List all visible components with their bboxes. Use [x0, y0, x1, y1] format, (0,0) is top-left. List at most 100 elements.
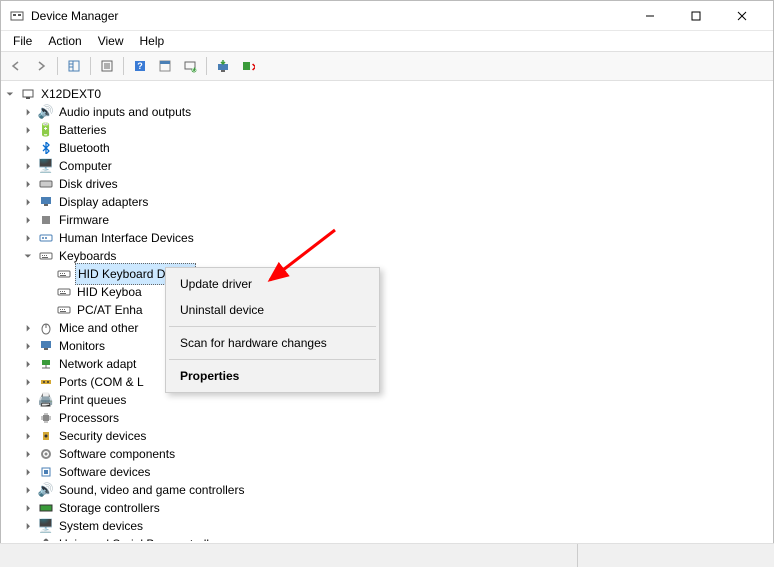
menu-view[interactable]: View: [90, 32, 132, 50]
expander-icon[interactable]: [21, 375, 35, 389]
expander-icon[interactable]: [21, 105, 35, 119]
expander-icon[interactable]: [21, 123, 35, 137]
tree-item-ports[interactable]: Ports (COM & L: [21, 373, 771, 391]
display-icon: [38, 194, 54, 210]
expander-icon[interactable]: [21, 429, 35, 443]
context-scan-hardware[interactable]: Scan for hardware changes: [168, 330, 377, 356]
tree-item-audio[interactable]: 🔊Audio inputs and outputs: [21, 103, 771, 121]
keyboard-icon: [38, 248, 54, 264]
update-driver-button[interactable]: [212, 55, 234, 77]
disk-icon: [38, 176, 54, 192]
expander-icon[interactable]: [21, 177, 35, 191]
tree-item-monitors[interactable]: Monitors: [21, 337, 771, 355]
computer-icon: 🖥️: [38, 158, 54, 174]
tree-item-disk[interactable]: Disk drives: [21, 175, 771, 193]
software-device-icon: [38, 464, 54, 480]
svg-text:✕: ✕: [251, 62, 255, 73]
tree-item-usb[interactable]: Universal Serial Bus controllers: [21, 535, 771, 541]
tree-item-computer[interactable]: 🖥️Computer: [21, 157, 771, 175]
software-icon: [38, 446, 54, 462]
menu-action[interactable]: Action: [40, 32, 89, 50]
tree-item-pcat-keyboard[interactable]: PC/AT Enha: [39, 301, 771, 319]
keyboard-icon: [56, 302, 72, 318]
expander-icon[interactable]: [21, 411, 35, 425]
uninstall-button[interactable]: ✕: [237, 55, 259, 77]
expander-icon[interactable]: [21, 159, 35, 173]
expander-icon[interactable]: [3, 87, 17, 101]
expander-icon[interactable]: [21, 195, 35, 209]
menu-file[interactable]: File: [5, 32, 40, 50]
minimize-button[interactable]: [627, 1, 673, 31]
expander-icon[interactable]: [21, 321, 35, 335]
tree-item-mice[interactable]: Mice and other: [21, 319, 771, 337]
tree-item-sound[interactable]: 🔊Sound, video and game controllers: [21, 481, 771, 499]
tree-item-firmware[interactable]: Firmware: [21, 211, 771, 229]
ports-icon: [38, 374, 54, 390]
tree-item-hid[interactable]: Human Interface Devices: [21, 229, 771, 247]
expander-icon[interactable]: [21, 393, 35, 407]
expander-icon[interactable]: [21, 213, 35, 227]
toolbar: ? ↻ ✕: [1, 51, 773, 81]
tree-item-processors[interactable]: Processors: [21, 409, 771, 427]
expander-icon[interactable]: [21, 465, 35, 479]
bluetooth-icon: [38, 140, 54, 156]
expander-icon[interactable]: [21, 447, 35, 461]
computer-icon: [20, 86, 36, 102]
action-button[interactable]: [154, 55, 176, 77]
tree-item-bluetooth[interactable]: Bluetooth: [21, 139, 771, 157]
status-separator: [577, 544, 578, 567]
scan-button[interactable]: ↻: [179, 55, 201, 77]
expander-icon: [39, 267, 53, 281]
window-title: Device Manager: [31, 9, 627, 23]
maximize-button[interactable]: [673, 1, 719, 31]
expander-icon[interactable]: [21, 519, 35, 533]
show-hide-tree-button[interactable]: [63, 55, 85, 77]
tree-item-storage[interactable]: Storage controllers: [21, 499, 771, 517]
monitor-icon: [38, 338, 54, 354]
tree-item-batteries[interactable]: 🔋Batteries: [21, 121, 771, 139]
expander-icon[interactable]: [21, 249, 35, 263]
context-menu: Update driver Uninstall device Scan for …: [165, 267, 380, 393]
storage-icon: [38, 500, 54, 516]
menu-help[interactable]: Help: [132, 32, 173, 50]
system-icon: 🖥️: [38, 518, 54, 534]
context-properties[interactable]: Properties: [168, 363, 377, 389]
context-uninstall-device[interactable]: Uninstall device: [168, 297, 377, 323]
expander-icon: [39, 303, 53, 317]
tree-item-hid-keyboard-2[interactable]: HID Keyboa: [39, 283, 771, 301]
tree-item-network[interactable]: Network adapt: [21, 355, 771, 373]
security-icon: [38, 428, 54, 444]
toolbar-separator: [123, 57, 124, 75]
context-separator: [169, 326, 376, 327]
tree-item-software-devices[interactable]: Software devices: [21, 463, 771, 481]
tree-root-label: X12DEXT0: [39, 84, 103, 104]
firmware-icon: [38, 212, 54, 228]
expander-icon[interactable]: [21, 231, 35, 245]
usb-icon: [38, 536, 54, 541]
close-button[interactable]: [719, 1, 765, 31]
expander-icon[interactable]: [21, 483, 35, 497]
tree-item-security[interactable]: Security devices: [21, 427, 771, 445]
tree-item-display[interactable]: Display adapters: [21, 193, 771, 211]
expander-icon[interactable]: [21, 339, 35, 353]
tree-item-software-components[interactable]: Software components: [21, 445, 771, 463]
forward-button[interactable]: [30, 55, 52, 77]
tree-root[interactable]: X12DEXT0: [3, 85, 771, 103]
properties-button[interactable]: [96, 55, 118, 77]
expander-icon: [39, 285, 53, 299]
tree-item-printqueues[interactable]: 🖨️Print queues: [21, 391, 771, 409]
device-tree[interactable]: X12DEXT0 🔊Audio inputs and outputs 🔋Batt…: [1, 81, 773, 541]
context-update-driver[interactable]: Update driver: [168, 271, 377, 297]
expander-icon[interactable]: [21, 357, 35, 371]
toolbar-separator: [90, 57, 91, 75]
tree-item-system[interactable]: 🖥️System devices: [21, 517, 771, 535]
help-button[interactable]: ?: [129, 55, 151, 77]
processor-icon: [38, 410, 54, 426]
back-button[interactable]: [5, 55, 27, 77]
expander-icon[interactable]: [21, 141, 35, 155]
app-icon: [9, 8, 25, 24]
battery-icon: 🔋: [38, 122, 54, 138]
tree-item-hid-keyboard-1[interactable]: HID Keyboard Device: [39, 265, 771, 283]
expander-icon[interactable]: [21, 501, 35, 515]
expander-icon[interactable]: [21, 537, 35, 541]
